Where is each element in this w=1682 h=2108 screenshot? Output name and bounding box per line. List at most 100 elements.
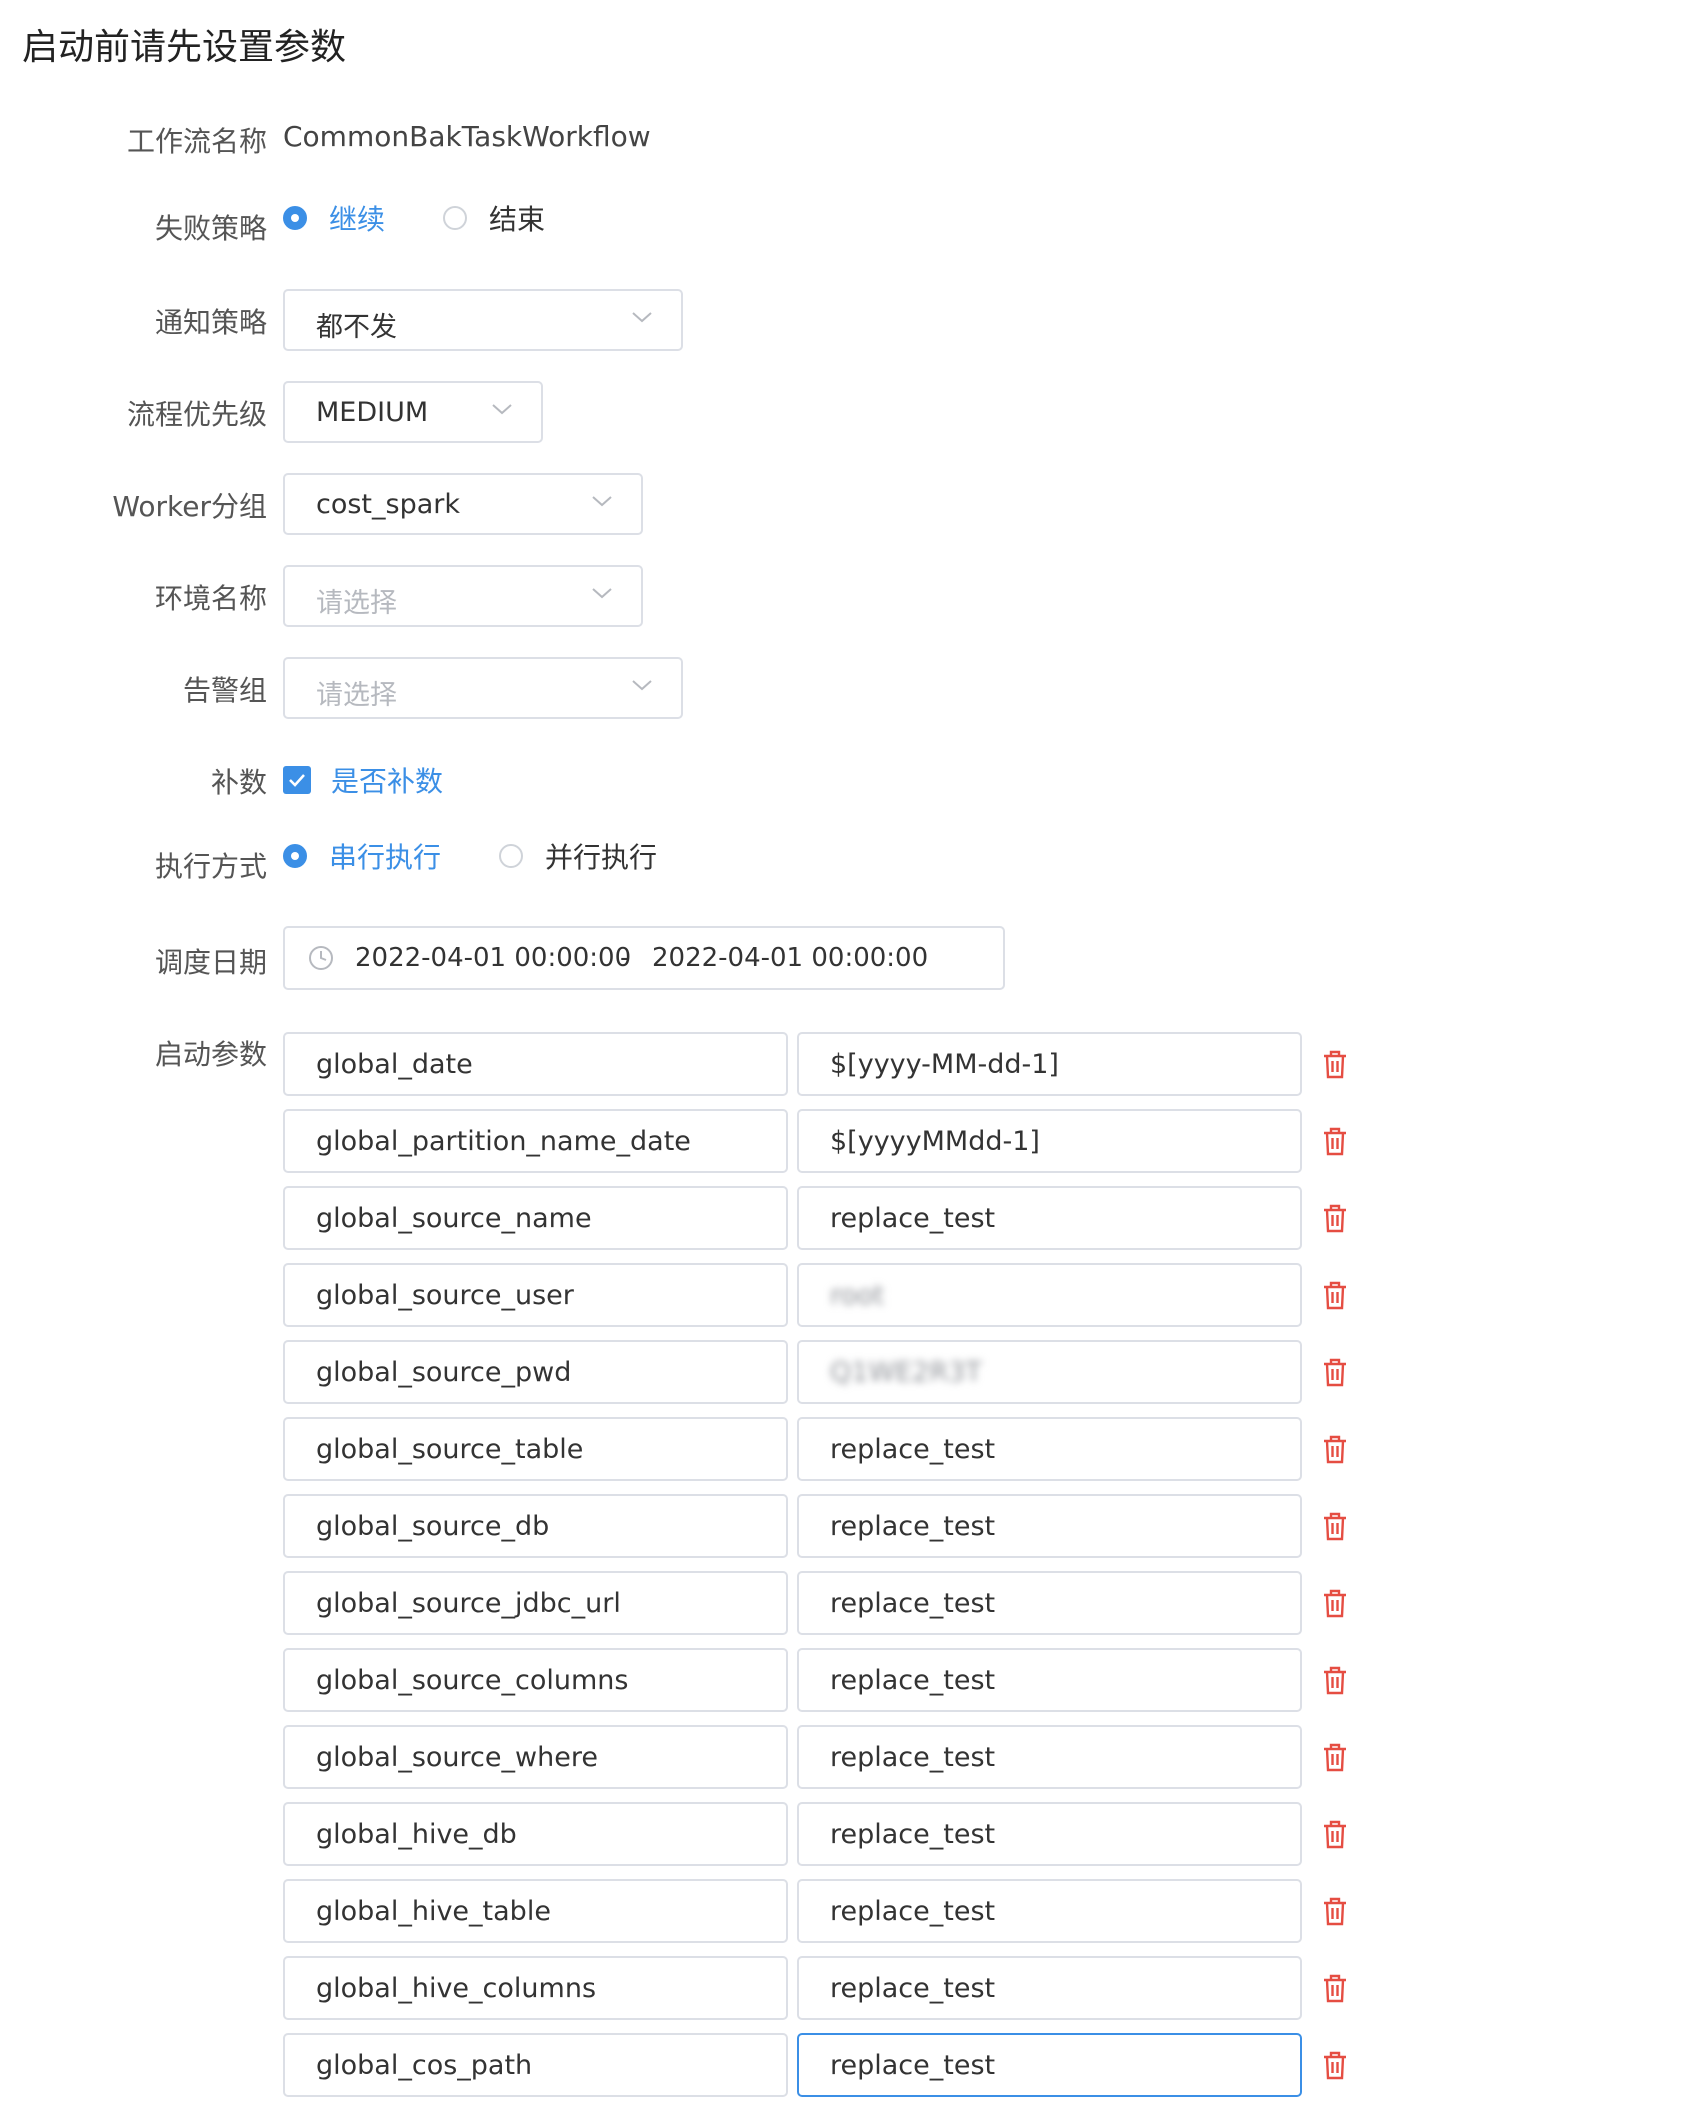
param-key-input[interactable]: global_source_db <box>283 1494 788 1558</box>
environment-select[interactable]: 请选择 <box>283 565 643 627</box>
environment-label: 环境名称 <box>154 582 267 615</box>
checkbox-label: 是否补数 <box>331 765 444 798</box>
delete-param-trash-icon[interactable] <box>1319 1510 1351 1542</box>
param-key-input[interactable]: global_source_jdbc_url <box>283 1571 788 1635</box>
param-value-text: $[yyyyMMdd-1] <box>830 1126 1040 1157</box>
notify-strategy-select[interactable]: 都不发 <box>283 289 683 351</box>
worker-group-select[interactable]: cost_spark <box>283 473 643 535</box>
delete-param-trash-icon[interactable] <box>1319 1895 1351 1927</box>
param-value-input[interactable]: replace_test <box>797 1186 1302 1250</box>
workflow-name-label: 工作流名称 <box>126 125 267 158</box>
param-key-input[interactable]: global_source_table <box>283 1417 788 1481</box>
param-value-text: replace_test <box>830 1203 996 1234</box>
param-value-input[interactable]: root <box>797 1263 1302 1327</box>
param-key-input[interactable]: global_source_where <box>283 1725 788 1789</box>
schedule-date-start: 2022-04-01 00:00:00 <box>355 943 632 973</box>
select-value: MEDIUM <box>316 397 429 428</box>
param-value-input[interactable]: replace_test <box>797 2033 1302 2097</box>
param-row: global_partition_name_date $[yyyyMMdd-1] <box>283 1109 1363 1173</box>
delete-param-trash-icon[interactable] <box>1319 1279 1351 1311</box>
failure-strategy-label: 失败策略 <box>154 212 267 245</box>
schedule-date-range-picker[interactable]: 2022-04-01 00:00:00 - 2022-04-01 00:00:0… <box>283 926 1005 990</box>
param-row: global_source_table replace_test <box>283 1417 1363 1481</box>
schedule-date-label: 调度日期 <box>154 946 267 979</box>
delete-param-trash-icon[interactable] <box>1319 1664 1351 1696</box>
radio-dot-icon <box>283 844 307 868</box>
param-row: global_source_columns replace_test <box>283 1648 1363 1712</box>
run-mode-parallel-radio[interactable]: 并行执行 <box>499 836 657 876</box>
select-placeholder: 请选择 <box>316 588 397 619</box>
alarm-group-select[interactable]: 请选择 <box>283 657 683 719</box>
failure-strategy-continue-radio[interactable]: 继续 <box>283 198 385 238</box>
param-key-input[interactable]: global_date <box>283 1032 788 1096</box>
param-value-text: replace_test <box>830 1434 996 1465</box>
startup-params-label: 启动参数 <box>154 1038 267 1071</box>
run-mode-radio-group: 串行执行 并行执行 <box>283 836 715 876</box>
param-key-input[interactable]: global_source_name <box>283 1186 788 1250</box>
param-value-text: replace_test <box>830 1896 996 1927</box>
param-value-text: replace_test <box>830 1588 996 1619</box>
priority-label: 流程优先级 <box>126 398 267 431</box>
complement-label: 补数 <box>210 766 267 799</box>
chevron-down-icon <box>632 680 652 691</box>
param-value-text: replace_test <box>830 1973 996 2004</box>
failure-strategy-end-radio[interactable]: 结束 <box>443 198 545 238</box>
select-value: 都不发 <box>316 312 397 343</box>
worker-group-label: Worker分组 <box>112 490 267 523</box>
param-key-input[interactable]: global_source_columns <box>283 1648 788 1712</box>
radio-label: 继续 <box>329 203 386 236</box>
param-value-input[interactable]: replace_test <box>797 1571 1302 1635</box>
param-key-input[interactable]: global_hive_db <box>283 1802 788 1866</box>
delete-param-trash-icon[interactable] <box>1319 1433 1351 1465</box>
delete-param-trash-icon[interactable] <box>1319 1356 1351 1388</box>
param-value-text: replace_test <box>830 1819 996 1850</box>
param-row: global_source_db replace_test <box>283 1494 1363 1558</box>
param-value-input[interactable]: Q1WE2R3T <box>797 1340 1302 1404</box>
radio-label: 串行执行 <box>329 841 442 874</box>
clock-icon <box>309 946 333 970</box>
param-value-input[interactable]: replace_test <box>797 1956 1302 2020</box>
chevron-down-icon <box>632 312 652 323</box>
param-value-text: replace_test <box>830 1742 996 1773</box>
param-row: global_source_where replace_test <box>283 1725 1363 1789</box>
param-key-input[interactable]: global_cos_path <box>283 2033 788 2097</box>
param-value-input[interactable]: replace_test <box>797 1494 1302 1558</box>
param-value-text: replace_test <box>830 1511 996 1542</box>
delete-param-trash-icon[interactable] <box>1319 1741 1351 1773</box>
param-key-input[interactable]: global_source_user <box>283 1263 788 1327</box>
param-value-input[interactable]: $[yyyy-MM-dd-1] <box>797 1032 1302 1096</box>
schedule-date-separator: - <box>620 943 630 973</box>
delete-param-trash-icon[interactable] <box>1319 1202 1351 1234</box>
param-row: global_hive_columns replace_test <box>283 1956 1363 2020</box>
param-row: global_cos_path replace_test <box>283 2033 1363 2097</box>
radio-label: 并行执行 <box>545 841 658 874</box>
run-mode-serial-radio[interactable]: 串行执行 <box>283 836 441 876</box>
delete-param-trash-icon[interactable] <box>1319 1818 1351 1850</box>
radio-dot-icon <box>499 844 524 868</box>
run-mode-label: 执行方式 <box>154 850 267 883</box>
param-key-input[interactable]: global_source_pwd <box>283 1340 788 1404</box>
param-value-input[interactable]: replace_test <box>797 1725 1302 1789</box>
param-value-input[interactable]: $[yyyyMMdd-1] <box>797 1109 1302 1173</box>
alarm-group-label: 告警组 <box>182 674 267 707</box>
param-value-input[interactable]: replace_test <box>797 1802 1302 1866</box>
workflow-name-value: CommonBakTaskWorkflow <box>283 120 651 153</box>
param-value-input[interactable]: replace_test <box>797 1879 1302 1943</box>
param-value-input[interactable]: replace_test <box>797 1648 1302 1712</box>
delete-param-trash-icon[interactable] <box>1319 1972 1351 2004</box>
param-key-input[interactable]: global_partition_name_date <box>283 1109 788 1173</box>
delete-param-trash-icon[interactable] <box>1319 1587 1351 1619</box>
param-key-input[interactable]: global_hive_table <box>283 1879 788 1943</box>
priority-select[interactable]: MEDIUM <box>283 381 543 443</box>
param-row: global_source_user root <box>283 1263 1363 1327</box>
chevron-down-icon <box>592 588 612 599</box>
delete-param-trash-icon[interactable] <box>1319 1125 1351 1157</box>
param-row: global_source_jdbc_url replace_test <box>283 1571 1363 1635</box>
delete-param-trash-icon[interactable] <box>1319 2049 1351 2081</box>
complement-checkbox[interactable]: 是否补数 <box>283 760 443 800</box>
param-key-input[interactable]: global_hive_columns <box>283 1956 788 2020</box>
param-value-text: replace_test <box>830 2050 996 2081</box>
param-value-input[interactable]: replace_test <box>797 1417 1302 1481</box>
param-row: global_source_name replace_test <box>283 1186 1363 1250</box>
delete-param-trash-icon[interactable] <box>1319 1048 1351 1080</box>
